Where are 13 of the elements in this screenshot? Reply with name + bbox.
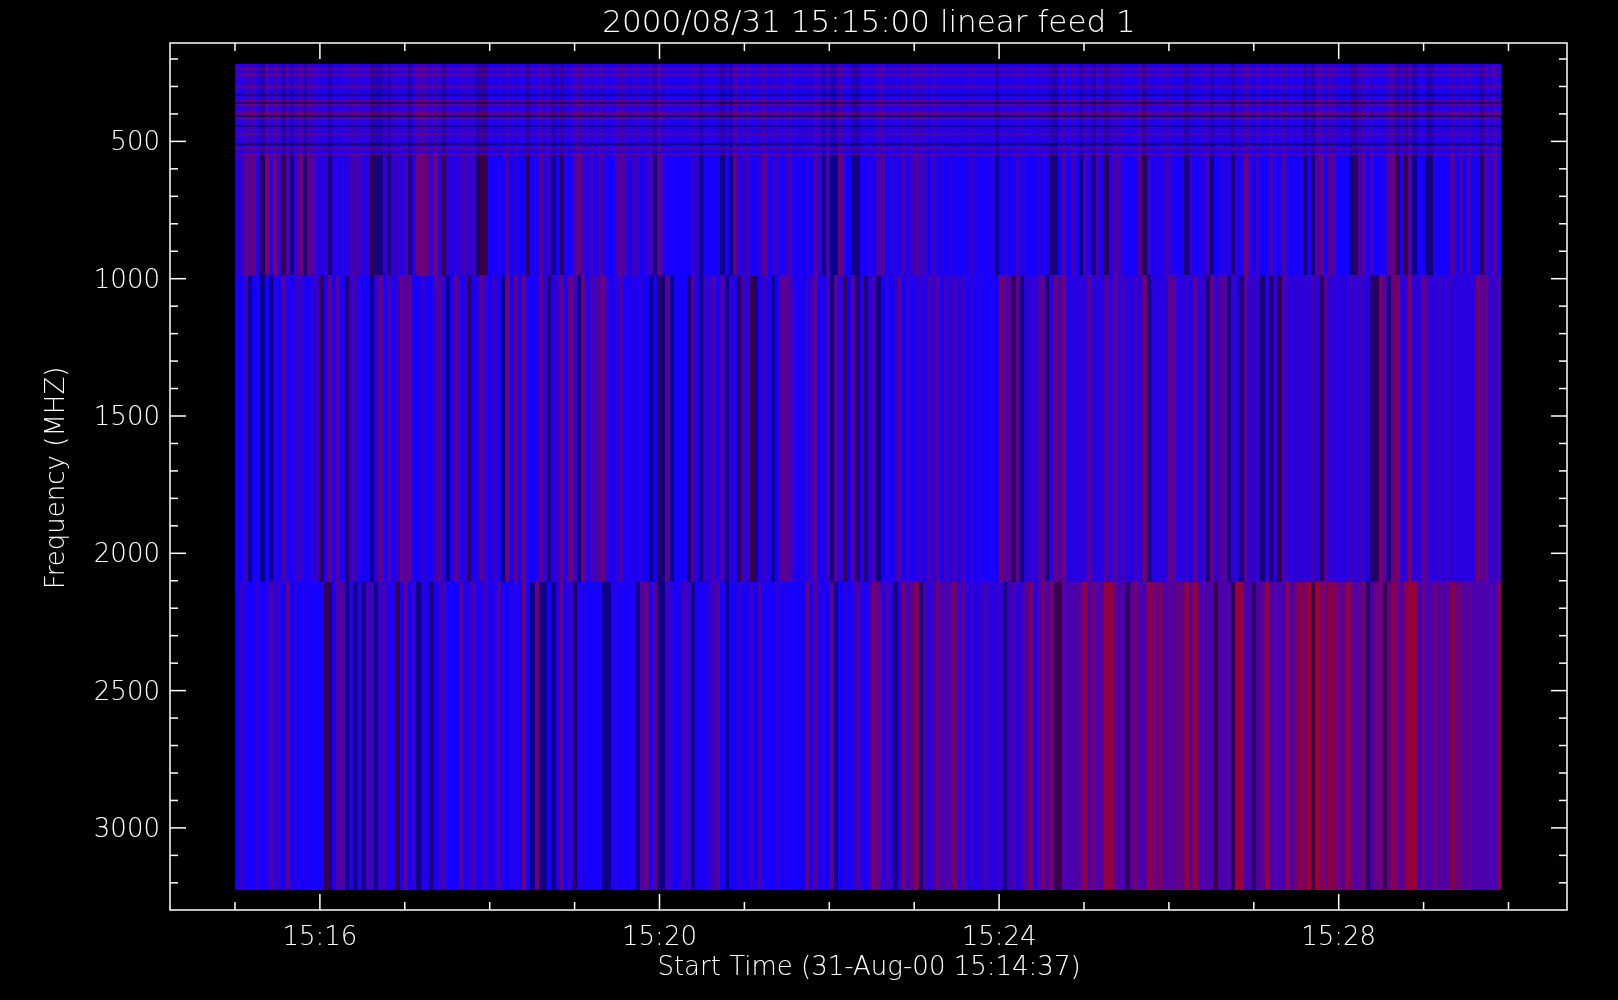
tick-label: 2500 (93, 675, 160, 706)
tick-label: 15:20 (622, 921, 697, 951)
tick-label: 1500 (93, 401, 160, 431)
tick-label: 15:24 (961, 921, 1037, 951)
tick-label: 1000 (93, 263, 160, 294)
axis-label: Frequency (MHZ) (40, 366, 70, 590)
tick-label: 500 (110, 126, 160, 157)
tick-label: 15:16 (282, 921, 358, 951)
axis-label: Start Time (31-Aug-00 15:14:37) (657, 951, 1081, 981)
tick-label: 2000 (93, 538, 160, 569)
tick-label: 15:28 (1301, 921, 1377, 951)
plot-title: 2000/08/31 15:15:00 linear feed 1 (602, 3, 1136, 39)
tick-label: 3000 (93, 812, 160, 843)
